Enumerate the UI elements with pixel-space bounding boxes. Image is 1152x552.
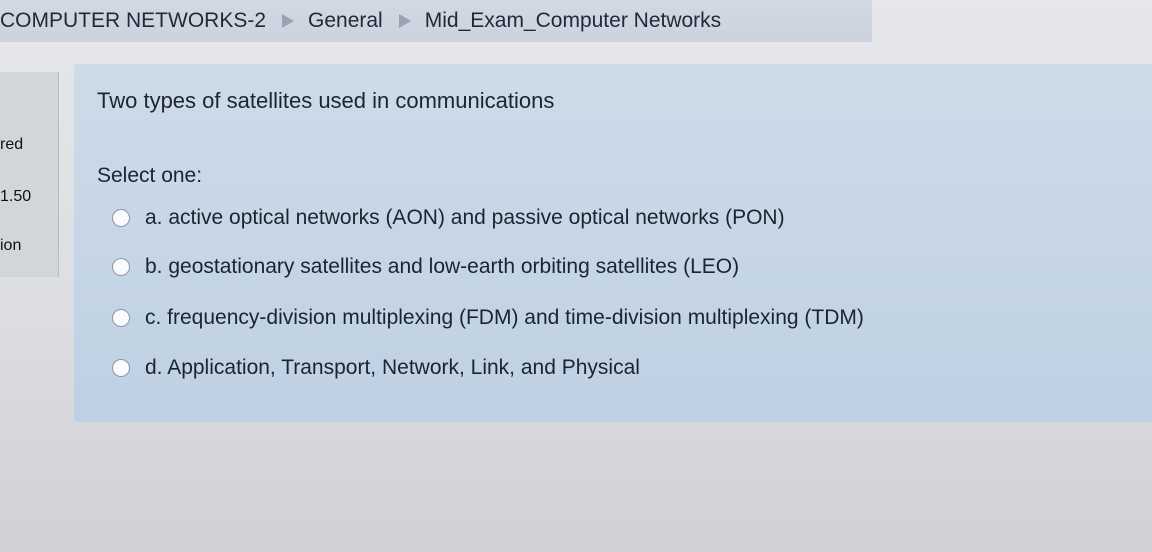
radio-button-icon[interactable] [112,359,130,377]
answer-option-label: c. frequency-division multiplexing (FDM)… [145,306,864,329]
question-status-text: red [0,136,24,153]
triangle-right-icon [398,14,411,28]
answer-option-label: d. Application, Transport, Network, Link… [145,356,640,379]
question-info-panel: red 1.50 ion [0,72,59,277]
radio-button-icon[interactable] [112,209,130,227]
breadcrumb-course-link[interactable]: COMPUTER NETWORKS-2 [0,9,266,33]
answer-option-label: b. geostationary satellites and low-eart… [145,255,740,278]
breadcrumb: COMPUTER NETWORKS-2 General Mid_Exam_Com… [0,0,872,42]
answer-option-label: a. active optical networks (AON) and pas… [145,206,785,229]
breadcrumb-quiz-link[interactable]: Mid_Exam_Computer Networks [425,9,721,33]
flag-question-link[interactable]: ion [0,237,21,255]
question-marks-text: 1.50 [0,188,32,205]
question-text: Two types of satellites used in communic… [97,88,555,113]
question-box: Two types of satellites used in communic… [74,64,1152,422]
radio-button-icon[interactable] [112,309,130,327]
select-one-prompt: Select one: [97,164,203,187]
breadcrumb-section-link[interactable]: General [308,9,383,33]
radio-button-icon[interactable] [112,258,130,276]
triangle-right-icon [282,14,295,28]
answer-option-b[interactable]: b. geostationary satellites and low-eart… [112,255,739,279]
answer-option-c[interactable]: c. frequency-division multiplexing (FDM)… [112,306,864,330]
answer-option-d[interactable]: d. Application, Transport, Network, Link… [112,356,640,380]
answer-option-a[interactable]: a. active optical networks (AON) and pas… [112,206,785,230]
